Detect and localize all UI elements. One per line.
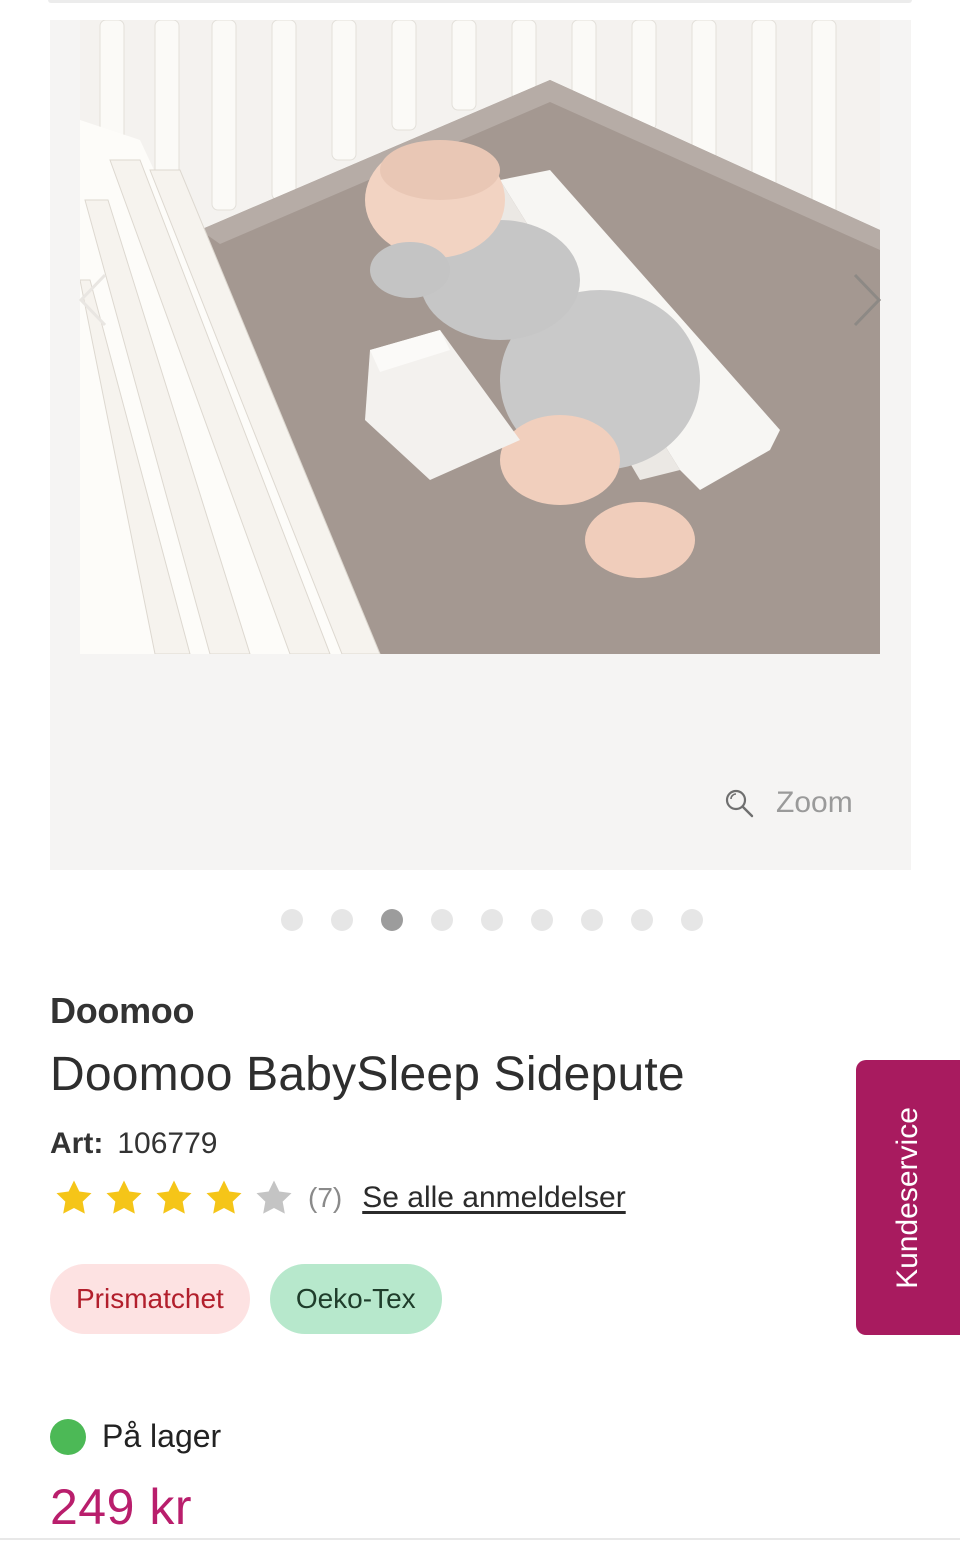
star-filled-icon	[206, 1180, 242, 1214]
zoom-label: Zoom	[776, 786, 853, 819]
oeko-tex-badge[interactable]: Oeko-Tex	[269, 1264, 442, 1334]
zoom-button[interactable]: Zoom	[720, 778, 890, 828]
star-empty-icon	[256, 1180, 292, 1214]
article-number-value: 106779	[117, 1127, 218, 1160]
magnifier-icon	[725, 789, 754, 818]
see-all-reviews-link[interactable]: Se alle anmeldelser	[362, 1181, 625, 1215]
article-number: Art: 106779	[50, 1127, 217, 1161]
gallery-dot[interactable]	[581, 909, 603, 931]
gallery-dot[interactable]	[481, 909, 503, 931]
stock-status-text: På lager	[102, 1418, 222, 1454]
customer-service-tab[interactable]: Kundeservice	[856, 1060, 960, 1335]
gallery-pagination	[281, 909, 703, 931]
in-stock-indicator-icon	[50, 1418, 86, 1455]
gallery-prev-button[interactable]	[68, 270, 118, 330]
product-rating: (7) Se alle anmeldelser	[54, 1178, 626, 1218]
product-brand[interactable]: Doomoo	[50, 990, 194, 1032]
gallery-dot[interactable]	[531, 909, 553, 931]
product-image[interactable]	[80, 20, 880, 654]
gallery-dot[interactable]	[281, 909, 303, 931]
price-match-badge[interactable]: Prismatchet	[50, 1264, 250, 1334]
product-image-gallery[interactable]: Zoom	[50, 20, 911, 870]
star-filled-icon	[106, 1180, 142, 1214]
product-title: Doomoo BabySleep Sidepute	[50, 1048, 685, 1101]
gallery-dot-active[interactable]	[381, 909, 403, 931]
customer-service-label: Kundeservice	[891, 1106, 924, 1289]
product-price: 249 kr	[50, 1479, 192, 1535]
stock-status: På lager	[50, 1418, 221, 1455]
article-number-label: Art:	[50, 1127, 104, 1160]
gallery-dot[interactable]	[681, 909, 703, 931]
star-filled-icon	[56, 1180, 92, 1214]
gallery-dot[interactable]	[631, 909, 653, 931]
gallery-next-button[interactable]	[842, 270, 892, 330]
chevron-right-icon	[853, 273, 882, 327]
gallery-dot[interactable]	[431, 909, 453, 931]
top-divider	[48, 0, 912, 3]
chevron-left-icon	[78, 273, 107, 327]
bottom-divider	[0, 1538, 960, 1540]
product-badges: Prismatchet Oeko-Tex	[50, 1264, 442, 1334]
review-count: (7)	[308, 1182, 343, 1213]
gallery-dot[interactable]	[331, 909, 353, 931]
star-filled-icon	[156, 1180, 192, 1214]
